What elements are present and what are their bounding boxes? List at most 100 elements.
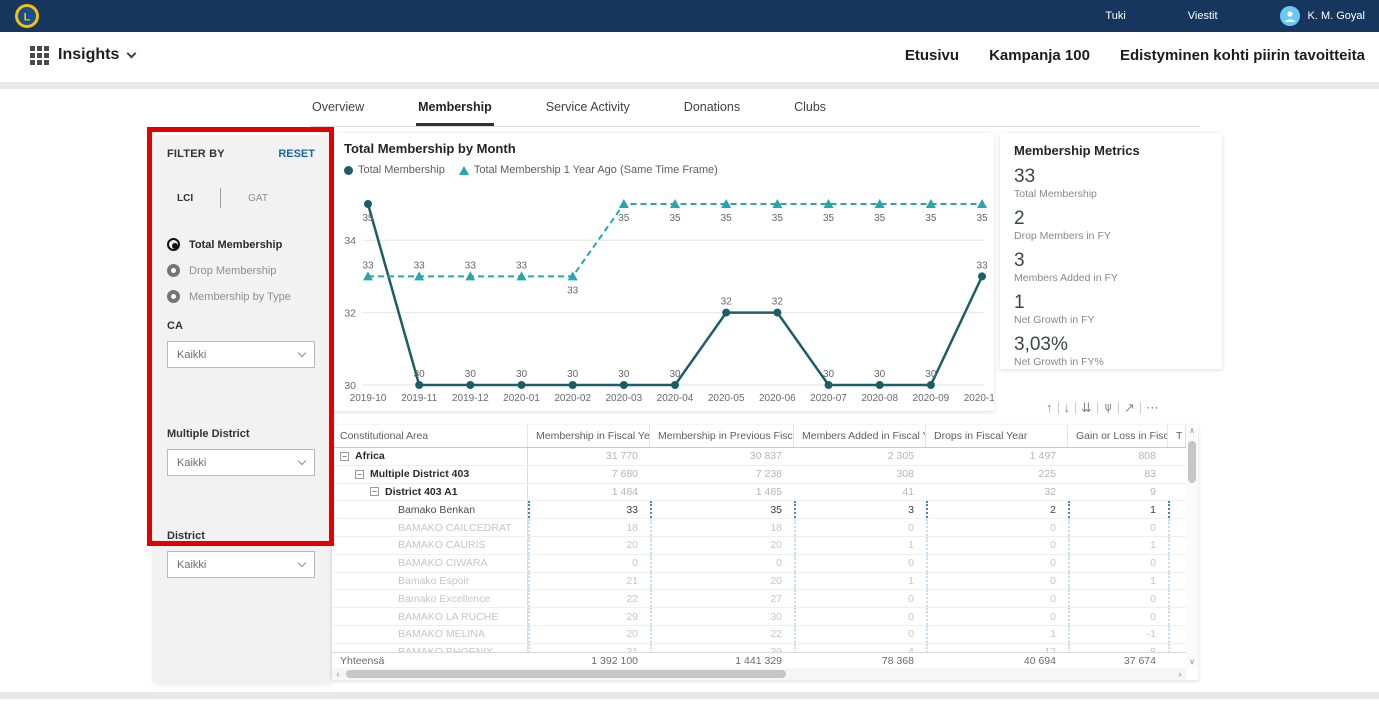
table-row-bamako-benkan[interactable]: Bamako Benkan3335321 — [332, 501, 1198, 519]
radio-drop-membership[interactable]: Drop Membership — [167, 264, 315, 277]
vertical-scrollbar[interactable]: ∧ ∨ — [1186, 425, 1198, 668]
scroll-right-icon[interactable]: › — [1174, 669, 1186, 679]
tab-clubs[interactable]: Clubs — [792, 96, 828, 126]
row-name-cell: −District 403 A1 — [332, 484, 528, 501]
horizontal-scroll-thumb[interactable] — [346, 670, 786, 678]
column-header-t[interactable]: T — [1168, 425, 1186, 447]
drill-down-icon[interactable]: ↓ — [1064, 398, 1071, 418]
row-name: BAMAKO CAILCEDRAT — [398, 522, 512, 534]
drill-hierarchy-icon[interactable]: ⋔ — [1103, 398, 1113, 418]
scroll-left-icon[interactable]: ‹ — [332, 669, 344, 679]
drill-up-icon[interactable]: ↑ — [1046, 398, 1053, 418]
total-membership-line-chart[interactable]: 3032342019-102019-112019-122020-012020-0… — [332, 180, 994, 412]
dropdown-ca[interactable]: Kaikki — [167, 341, 315, 368]
tab-donations[interactable]: Donations — [682, 96, 742, 126]
row-value-cell: 225 — [926, 466, 1068, 483]
app-title: Insights — [58, 46, 119, 64]
row-value-cell: 7 680 — [528, 466, 650, 483]
more-options-icon[interactable]: ⋯ — [1146, 398, 1159, 418]
svg-text:2020-04: 2020-04 — [657, 393, 694, 404]
toolbar-separator — [1118, 402, 1119, 414]
chevron-down-icon — [298, 349, 306, 357]
table-row-africa[interactable]: −Africa31 77030 8372 3051 497808 — [332, 448, 1198, 466]
table-row-multiple-district-403[interactable]: −Multiple District 4037 6807 23830822583 — [332, 466, 1198, 484]
column-header-gain-or-loss-in-fiscal-year[interactable]: Gain or Loss in Fiscal Year — [1068, 425, 1168, 447]
column-header-membership-in-previous-fiscal-year[interactable]: Membership in Previous Fiscal Year — [650, 425, 794, 447]
collapse-expander-icon[interactable]: − — [340, 452, 349, 461]
metric-net-growth-in-fy: 1Net Growth in FY — [1014, 292, 1208, 327]
svg-text:30: 30 — [925, 369, 937, 380]
collapse-expander-icon[interactable]: − — [370, 487, 379, 496]
row-name: Africa — [355, 450, 385, 462]
row-name-cell: Bamako Benkan — [332, 501, 528, 518]
dropdown-multiple-district[interactable]: Kaikki — [167, 449, 315, 476]
app-menu-button[interactable]: Insights — [30, 46, 135, 65]
vertical-scroll-thumb[interactable] — [1188, 441, 1196, 483]
filter-panel: FILTER BY RESET LCIGAT Total MembershipD… — [152, 135, 330, 682]
row-name-cell: BAMAKO LA RUCHE — [332, 608, 528, 625]
metric-net-growth-in-fy: 3,03%Net Growth in FY% — [1014, 334, 1208, 369]
table-row-bamako-cailcedrat[interactable]: BAMAKO CAILCEDRAT1818000 — [332, 519, 1198, 537]
row-name-cell: BAMAKO CAURIS — [332, 537, 528, 554]
user-menu[interactable]: K. M. Goyal — [1280, 6, 1365, 26]
dropdown-district[interactable]: Kaikki — [167, 551, 315, 578]
total-filler-cell — [1168, 653, 1186, 668]
focus-mode-icon[interactable]: ↗ — [1124, 398, 1135, 418]
column-header-constitutional-area[interactable]: Constitutional Area — [332, 425, 528, 447]
tab-overview[interactable]: Overview — [310, 96, 366, 126]
row-value-cell: 1 484 — [528, 484, 650, 501]
reset-button[interactable]: RESET — [278, 148, 315, 160]
table-row-bamako-ciwara[interactable]: BAMAKO CIWARA00000 — [332, 555, 1198, 573]
table-row-bamako-melina[interactable]: BAMAKO MELINA202201-1 — [332, 626, 1198, 644]
radio-membership-by-type[interactable]: Membership by Type — [167, 290, 315, 303]
table-total-row: Yhteensä1 392 1001 441 32978 36840 69437… — [332, 652, 1186, 668]
total-label: Yhteensä — [332, 653, 528, 668]
table-row-bamako-excellence[interactable]: Bamako Excellence2227000 — [332, 590, 1198, 608]
scroll-up-icon[interactable]: ∧ — [1186, 425, 1198, 437]
table-row-district-403-a1[interactable]: −District 403 A11 4841 48541329 — [332, 484, 1198, 502]
collapse-expander-icon[interactable]: − — [355, 470, 364, 479]
row-filler-cell — [1168, 555, 1186, 572]
svg-text:2019-12: 2019-12 — [452, 393, 489, 404]
tab-service-activity[interactable]: Service Activity — [544, 96, 632, 126]
membership-table-card: Constitutional AreaMembership in Fiscal … — [332, 425, 1198, 680]
svg-text:30: 30 — [516, 369, 528, 380]
table-row-bamako-la-ruche[interactable]: BAMAKO LA RUCHE2930000 — [332, 608, 1198, 626]
row-name-cell: −Africa — [332, 448, 528, 465]
circle-legend-icon — [344, 166, 353, 175]
row-name: Bamako Excellence — [398, 593, 490, 605]
svg-text:30: 30 — [669, 369, 681, 380]
row-value-cell: 20 — [528, 537, 650, 554]
column-header-members-added-in-fiscal-year[interactable]: Members Added in Fiscal Year — [794, 425, 926, 447]
row-value-cell: 308 — [794, 466, 926, 483]
app-bar: Insights Etusivu Kampanja 100 Edistyminen … — [0, 32, 1379, 78]
svg-text:2020-05: 2020-05 — [708, 393, 745, 404]
expand-all-icon[interactable]: ⇊ — [1081, 398, 1092, 418]
table-row-bamako-espoir[interactable]: Bamako Espoir2120101 — [332, 573, 1198, 591]
toggle-lci[interactable]: LCI — [177, 193, 193, 204]
row-value-cell: 41 — [794, 484, 926, 501]
membership-metrics-card: Membership Metrics 33Total Membership2Dr… — [1000, 133, 1222, 369]
radio-total-membership[interactable]: Total Membership — [167, 238, 315, 251]
row-value-cell: 0 — [926, 555, 1068, 572]
topnav-tuki[interactable]: Tuki — [1105, 10, 1125, 22]
horizontal-scrollbar[interactable]: ‹ › — [332, 668, 1186, 680]
total-value-cell: 40 694 — [926, 653, 1068, 668]
filter-group-ca: CAKaikki — [167, 320, 315, 368]
toggle-gat[interactable]: GAT — [248, 193, 268, 204]
tab-membership[interactable]: Membership — [416, 96, 494, 126]
chart-legend: Total MembershipTotal Membership 1 Year … — [344, 162, 994, 178]
table-row-bamako-cauris[interactable]: BAMAKO CAURIS2020101 — [332, 537, 1198, 555]
legend-label: Total Membership 1 Year Ago (Same Time F… — [474, 164, 718, 176]
app-nav-kampanja-100[interactable]: Kampanja 100 — [989, 47, 1090, 64]
app-nav-edistyminen-kohti-piirin-tavoitteita[interactable]: Edistyminen kohti piirin tavoitteita — [1120, 47, 1365, 64]
column-header-membership-in-fiscal-year[interactable]: Membership in Fiscal Year — [528, 425, 650, 447]
app-nav-etusivu[interactable]: Etusivu — [905, 47, 959, 64]
svg-text:30: 30 — [344, 380, 356, 392]
svg-text:30: 30 — [874, 369, 886, 380]
column-header-drops-in-fiscal-year[interactable]: Drops in Fiscal Year — [926, 425, 1068, 447]
scroll-down-icon[interactable]: ∨ — [1186, 656, 1198, 668]
row-name: BAMAKO MELINA — [398, 628, 485, 640]
topnav-viestit[interactable]: Viestit — [1188, 10, 1218, 22]
metric-value: 3 — [1014, 250, 1208, 272]
